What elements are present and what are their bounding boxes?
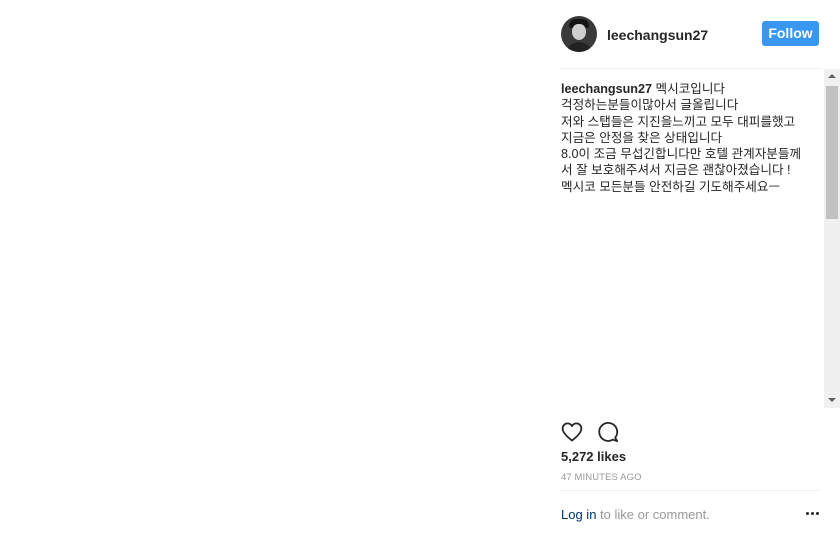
scroll-down-arrow-icon[interactable] xyxy=(824,392,840,408)
action-bar xyxy=(560,420,820,444)
comments-panel[interactable]: leechangsun27 멕시코입니다 걱정하는분들이많아서 글올립니다 저와… xyxy=(560,69,824,408)
caption-text: 멕시코입니다 걱정하는분들이많아서 글올립니다 저와 스탭들은 지진을느끼고 모… xyxy=(561,82,802,194)
login-prompt: Log in to like or comment. xyxy=(561,507,710,522)
more-options-icon[interactable] xyxy=(806,511,820,517)
caption-username[interactable]: leechangsun27 xyxy=(561,82,652,96)
post-media-area xyxy=(0,0,543,538)
login-prompt-text: to like or comment. xyxy=(596,507,710,522)
post-timestamp[interactable]: 47 MINUTES AGO xyxy=(561,472,642,483)
likes-count[interactable]: 5,272 likes xyxy=(561,449,626,464)
scrollbar-thumb[interactable] xyxy=(826,86,838,219)
heart-icon[interactable] xyxy=(560,420,584,444)
comment-icon[interactable] xyxy=(596,420,620,444)
comments-scrollbar[interactable] xyxy=(824,69,840,408)
username-link[interactable]: leechangsun27 xyxy=(607,27,708,43)
login-link[interactable]: Log in xyxy=(561,507,596,522)
scroll-up-arrow-icon[interactable] xyxy=(824,69,840,85)
avatar[interactable] xyxy=(561,16,597,52)
post-header: leechangsun27 Follow xyxy=(560,0,820,69)
divider xyxy=(560,490,820,491)
caption: leechangsun27 멕시코입니다 걱정하는분들이많아서 글올립니다 저와… xyxy=(561,81,805,195)
follow-button[interactable]: Follow xyxy=(762,21,819,46)
